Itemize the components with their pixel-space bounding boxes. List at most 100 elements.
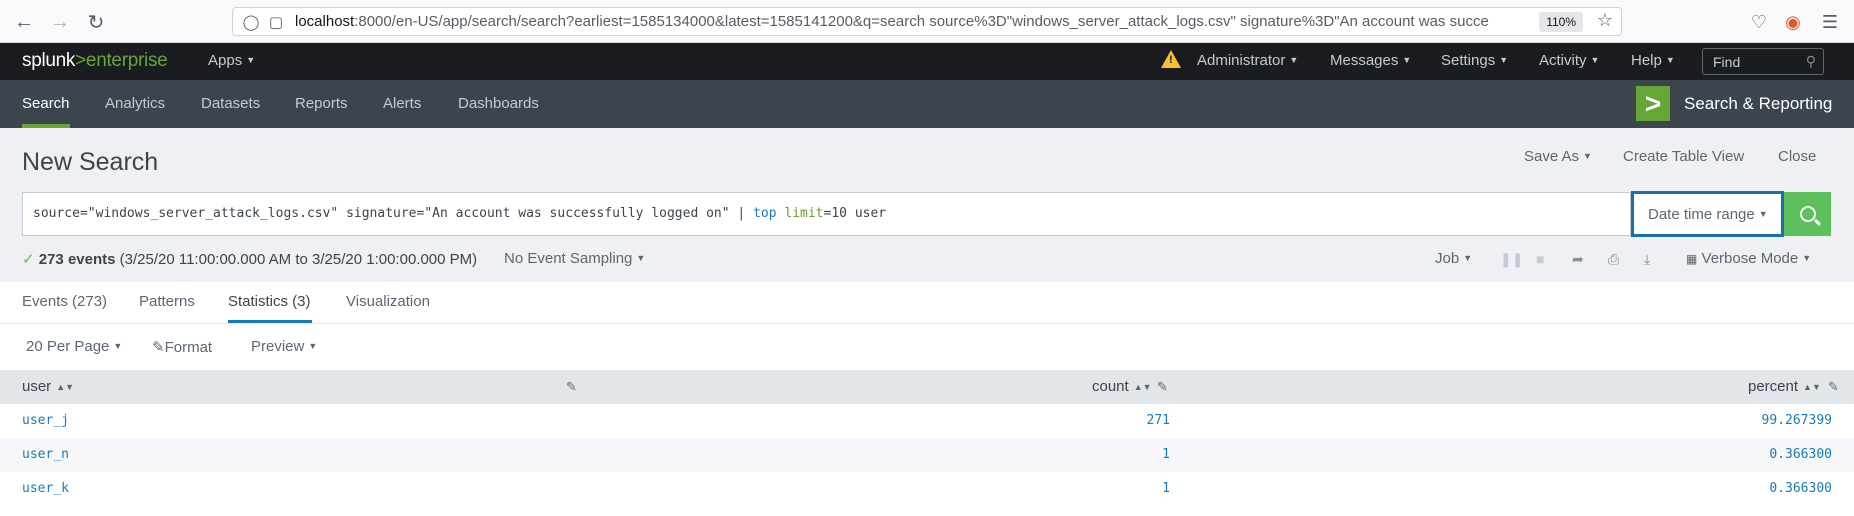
format-button[interactable]: ✎Format [152, 338, 212, 356]
activity-menu[interactable]: Activity ▼ [1539, 52, 1599, 69]
zoom-badge[interactable]: 110% [1539, 12, 1583, 32]
tab-visualization[interactable]: Visualization [346, 293, 430, 310]
splunk-header: splunk>enterprise Apps ▼ ! Administrator ▼… [0, 43, 1854, 80]
export-icon[interactable]: ⤓ [1644, 251, 1650, 268]
address-bar[interactable]: ◯ ▢ localhost:8000/en-US/app/search/sear… [232, 7, 1622, 36]
per-page-dropdown[interactable]: 20 Per Page ▼ [26, 338, 122, 355]
sort-icon: ▲▼ [1133, 382, 1152, 392]
messages-label: Messages [1330, 52, 1399, 69]
search-query-text[interactable]: source="windows_server_attack_logs.csv" … [33, 206, 886, 221]
cell-user[interactable]: user_k [22, 481, 69, 496]
edit-column-count-icon[interactable]: ✎ [1157, 379, 1168, 395]
logo-separator: > [75, 50, 86, 71]
cell-count[interactable]: 1 [1100, 447, 1170, 462]
user-menu[interactable]: Administrator ▼ [1197, 52, 1298, 69]
query-suffix: =10 user [823, 206, 887, 221]
cell-percent[interactable]: 0.366300 [1732, 481, 1832, 496]
tab-statistics[interactable]: Statistics (3) [228, 293, 311, 310]
tab-reports[interactable]: Reports [295, 95, 348, 112]
search-button[interactable] [1784, 192, 1831, 236]
event-status: ✓ 273 events (3/25/20 11:00:00.000 AM to… [22, 250, 477, 268]
column-header-percent[interactable]: percent ▲▼ [1748, 378, 1821, 395]
back-arrow-icon[interactable]: ← [10, 8, 38, 36]
shield-icon[interactable]: ◯ [241, 13, 261, 31]
column-header-count[interactable]: count ▲▼ [1092, 378, 1152, 395]
find-input[interactable]: Find ⚲ [1702, 48, 1824, 75]
preview-dropdown[interactable]: Preview ▼ [251, 338, 317, 355]
edit-column-user-icon[interactable]: ✎ [566, 379, 577, 395]
column-user-label: user [22, 378, 52, 395]
query-prefix: source="windows_server_attack_logs.csv" … [33, 206, 754, 221]
stop-icon[interactable]: ■ [1536, 251, 1544, 267]
caret-down-icon: ▼ [1499, 55, 1509, 65]
help-label: Help [1631, 52, 1662, 69]
page-title: New Search [22, 148, 159, 176]
page-icon: ▢ [268, 13, 284, 31]
app-nav-bar: Search Analytics Datasets Reports Alerts… [0, 80, 1854, 128]
tab-analytics[interactable]: Analytics [105, 95, 165, 112]
apps-menu[interactable]: Apps ▼ [208, 52, 255, 69]
tab-events[interactable]: Events (273) [22, 293, 107, 310]
extension-icon[interactable]: ◉ [1781, 10, 1805, 34]
reload-icon[interactable]: ↻ [82, 8, 110, 36]
close-button[interactable]: Close [1778, 148, 1816, 165]
tab-alerts[interactable]: Alerts [383, 95, 421, 112]
table-row: user_j 271 99.267399 [0, 404, 1854, 438]
cell-user[interactable]: user_n [22, 447, 69, 462]
save-as-label: Save As [1524, 148, 1580, 165]
cell-percent[interactable]: 99.267399 [1732, 413, 1832, 428]
settings-menu[interactable]: Settings ▼ [1441, 52, 1508, 69]
caret-down-icon: ▼ [1590, 55, 1600, 65]
caret-down-icon: ▼ [1583, 151, 1592, 161]
cell-count[interactable]: 271 [1100, 413, 1170, 428]
url-host: localhost [295, 13, 355, 30]
sort-icon: ▲▼ [56, 382, 75, 392]
create-table-view-button[interactable]: Create Table View [1623, 148, 1744, 165]
table-header: user ▲▼ ✎ count ▲▼ ✎ percent ▲▼ ✎ [0, 370, 1854, 404]
date-time-range-picker[interactable]: Date time range ▼ [1631, 191, 1784, 237]
logo-enterprise: enterprise [85, 50, 168, 71]
caret-down-icon: ▼ [636, 253, 646, 263]
preview-label: Preview [251, 338, 305, 355]
format-label: Format [164, 339, 213, 356]
column-count-label: count [1092, 378, 1129, 395]
bookmark-star-icon[interactable]: ☆ [1597, 10, 1613, 31]
caret-down-icon: ▼ [113, 341, 123, 351]
results-tabs: Events (273) Patterns Statistics (3) Vis… [0, 282, 1854, 324]
column-percent-label: percent [1748, 378, 1799, 395]
tab-datasets[interactable]: Datasets [201, 95, 260, 112]
tab-dashboards[interactable]: Dashboards [458, 95, 539, 112]
date-range-label: Date time range [1648, 206, 1755, 223]
menu-hamburger-icon[interactable]: ☰ [1818, 10, 1842, 34]
activity-label: Activity [1539, 52, 1587, 69]
table-row: user_n 1 0.366300 [0, 438, 1854, 472]
edit-column-percent-icon[interactable]: ✎ [1828, 379, 1839, 395]
column-header-user[interactable]: user ▲▼ [22, 378, 74, 395]
help-menu[interactable]: Help ▼ [1631, 52, 1675, 69]
url-path: :8000/en-US/app/search/search?earliest=1… [354, 13, 1489, 30]
search-input[interactable]: source="windows_server_attack_logs.csv" … [22, 192, 1631, 236]
user-label: Administrator [1197, 52, 1286, 69]
job-menu[interactable]: Job ▼ [1435, 250, 1472, 267]
cell-percent[interactable]: 0.366300 [1732, 447, 1832, 462]
warning-icon[interactable]: ! [1161, 50, 1181, 68]
cell-count[interactable]: 1 [1100, 481, 1170, 496]
search-icon: ⚲ [1805, 53, 1816, 69]
mode-label: Verbose Mode [1701, 250, 1799, 267]
url-text[interactable]: localhost:8000/en-US/app/search/search?e… [295, 13, 1555, 30]
table-row: user_k 1 0.366300 [0, 472, 1854, 506]
event-sampling-dropdown[interactable]: No Event Sampling ▼ [504, 250, 645, 267]
save-as-button[interactable]: Save As ▼ [1524, 148, 1592, 165]
tab-search[interactable]: Search [22, 95, 70, 112]
print-icon[interactable]: ⎙ [1608, 251, 1619, 268]
search-mode-dropdown[interactable]: ▦ Verbose Mode ▼ [1686, 250, 1811, 267]
pocket-icon[interactable]: ♡ [1747, 10, 1771, 34]
messages-menu[interactable]: Messages ▼ [1330, 52, 1411, 69]
share-icon[interactable]: ➦ [1572, 251, 1584, 268]
splunk-logo[interactable]: splunk>enterprise [22, 50, 168, 72]
cell-user[interactable]: user_j [22, 413, 69, 428]
pause-icon[interactable]: ❚❚ [1500, 251, 1523, 268]
tab-patterns[interactable]: Patterns [139, 293, 195, 310]
job-label: Job [1435, 250, 1460, 267]
forward-arrow-icon[interactable]: → [46, 8, 74, 36]
